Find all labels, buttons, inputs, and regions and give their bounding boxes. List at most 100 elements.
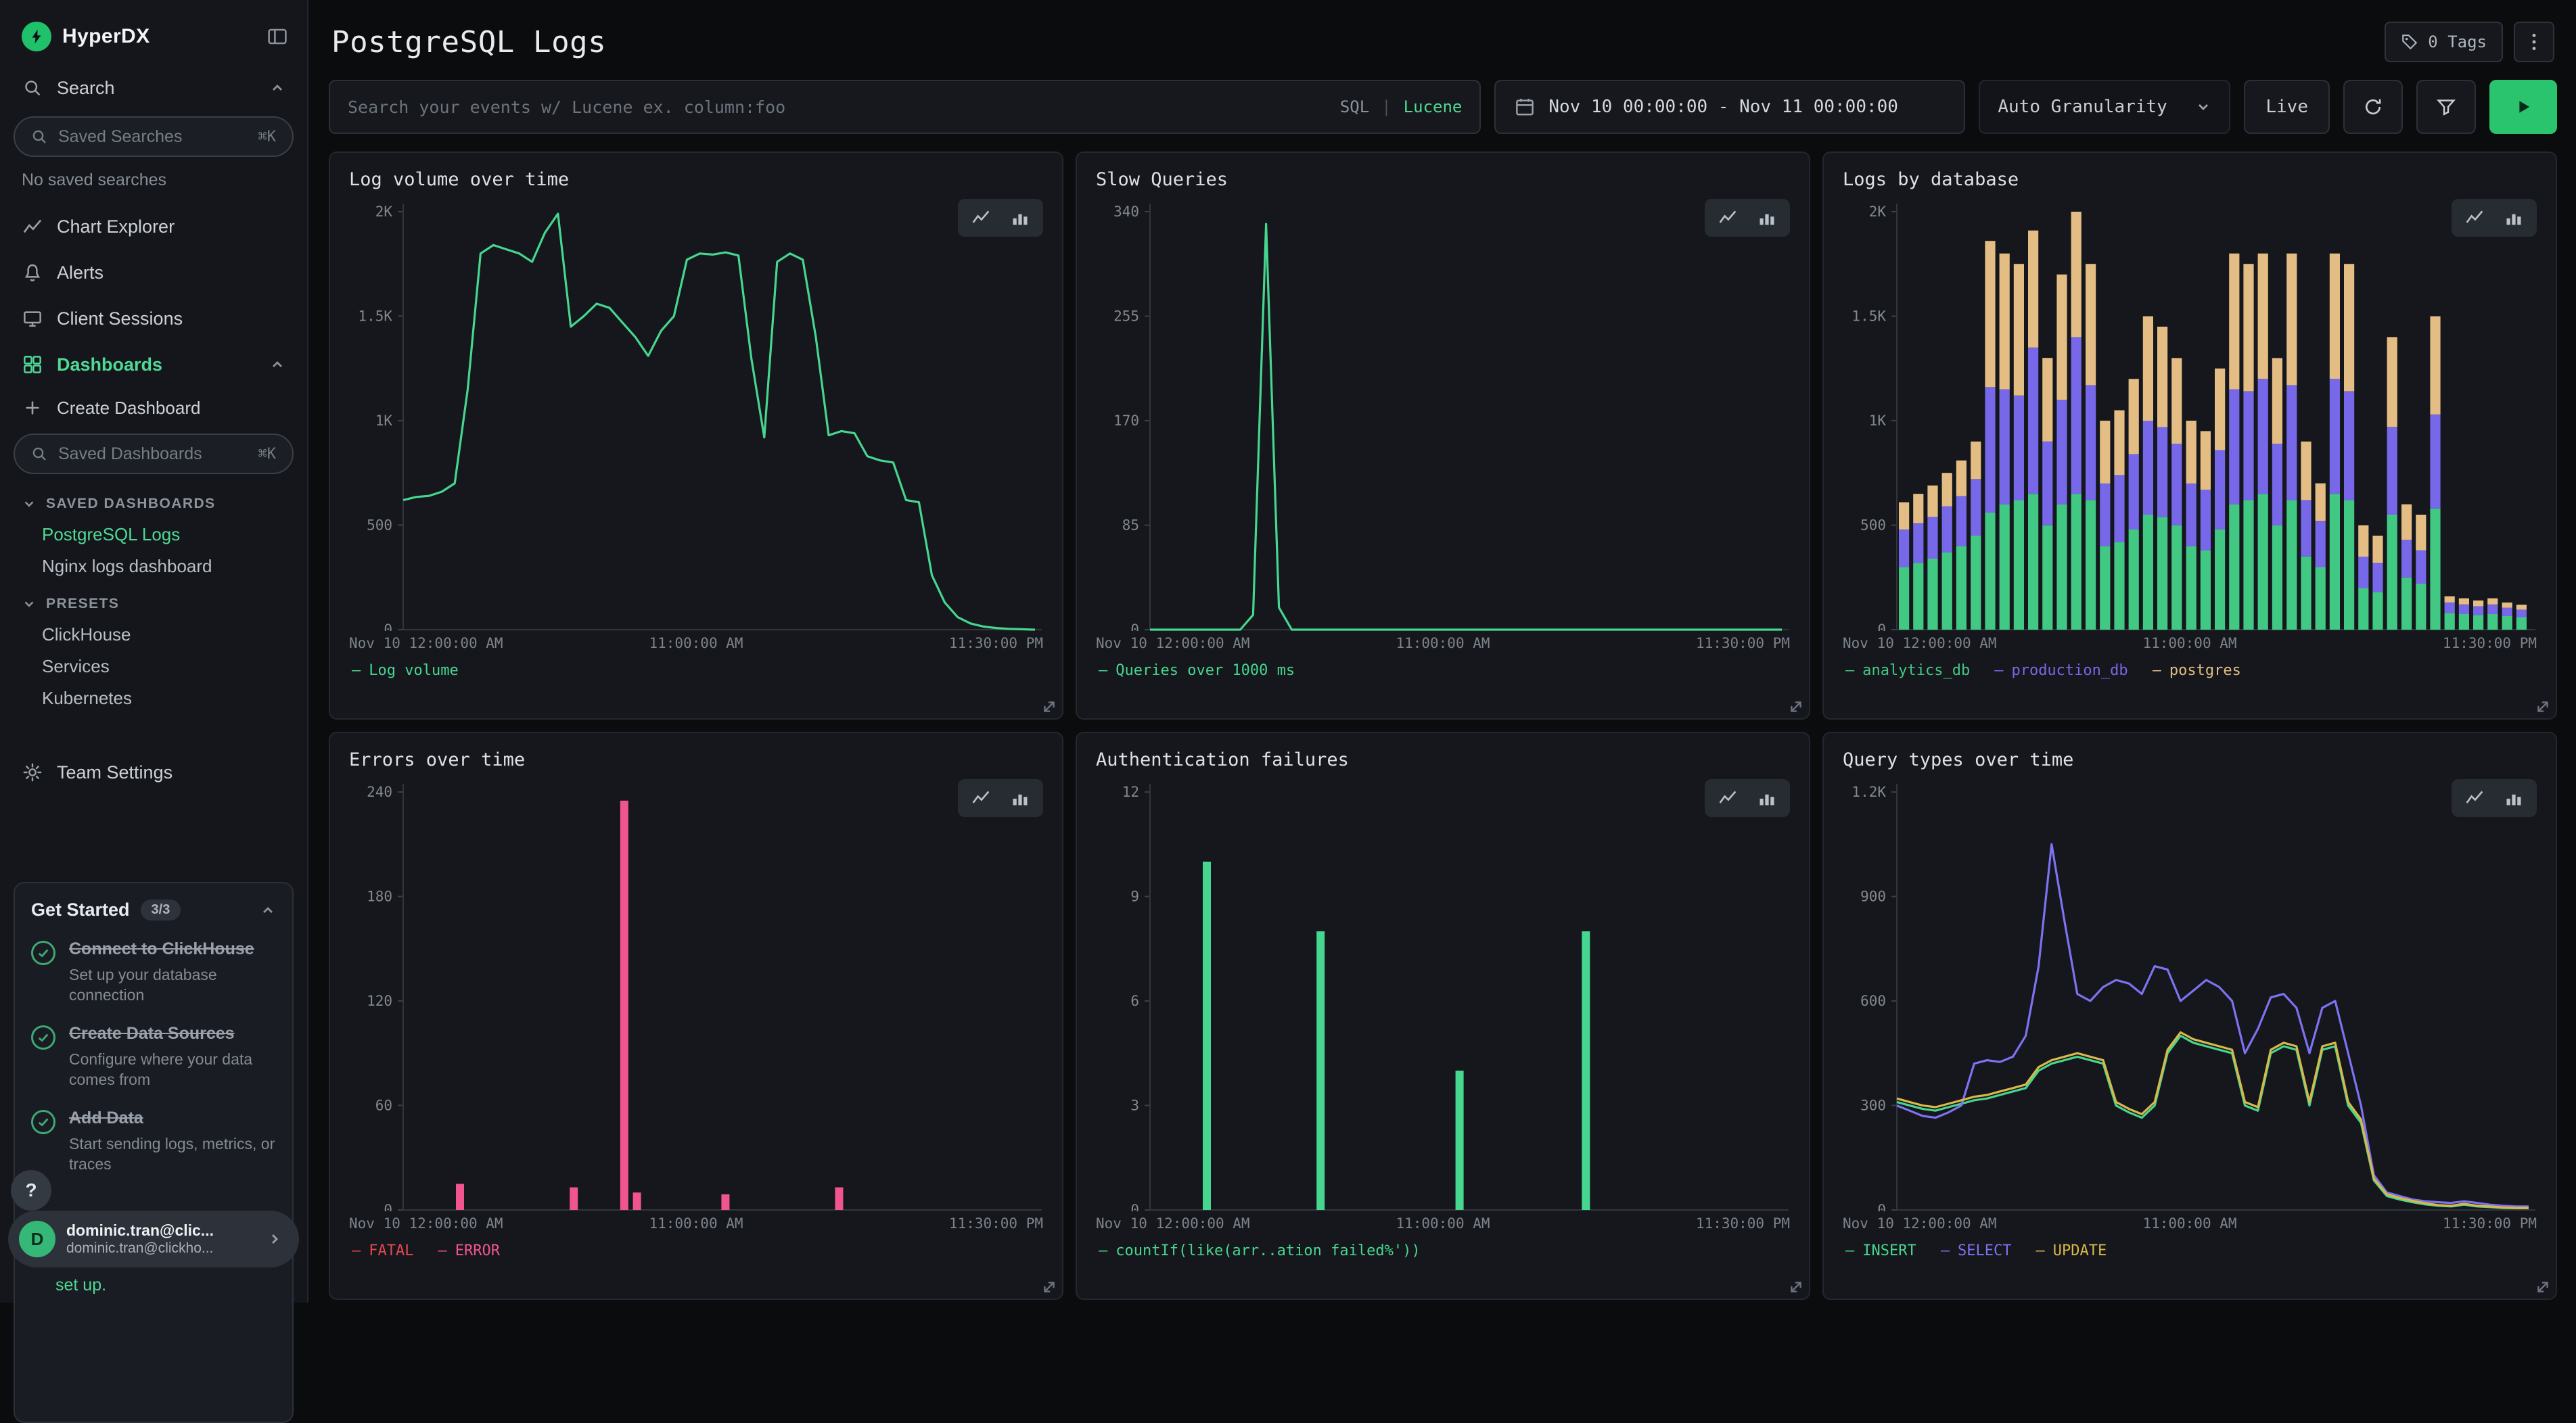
legend-item[interactable]: —Queries over 1000 ms [1099, 662, 1295, 679]
x-tick-label: Nov 10 12:00:00 AM [349, 635, 580, 651]
legend-item[interactable]: —countIf(like(arr..ation failed%')) [1099, 1242, 1421, 1259]
resize-handle-icon[interactable] [1042, 1280, 1057, 1294]
brand[interactable]: HyperDX [22, 22, 150, 51]
get-started-setup-link[interactable]: set up. [55, 1276, 106, 1295]
bar-chart-icon[interactable] [1004, 204, 1036, 231]
bar-chart-icon[interactable] [2498, 785, 2530, 812]
sidebar-item-services[interactable]: Services [0, 651, 307, 682]
chart-type-toggle [2452, 779, 2537, 817]
help-button[interactable]: ? [11, 1170, 51, 1211]
sql-mode-toggle[interactable]: SQL [1340, 97, 1369, 116]
legend-item[interactable]: —production_db [1994, 662, 2128, 679]
legend-label: postgres [2169, 662, 2241, 679]
chevron-up-icon[interactable] [260, 902, 276, 918]
get-started-item-subtitle: Set up your database connection [69, 964, 276, 1006]
svg-text:12: 12 [1122, 784, 1139, 800]
sidebar-item-search[interactable]: Search [0, 65, 307, 111]
chart-card-logs-by-database: Logs by database 2K1.5K1K5000 Nov 10 12:… [1822, 151, 2557, 720]
legend-item[interactable]: —Log volume [352, 662, 459, 679]
resize-handle-icon[interactable] [2535, 1280, 2550, 1294]
collapse-sidebar-button[interactable] [267, 26, 288, 47]
legend-item[interactable]: —postgres [2153, 662, 2241, 679]
legend-item[interactable]: —SELECT [1941, 1242, 2012, 1259]
legend-swatch: — [438, 1242, 446, 1259]
sidebar-item-kubernetes[interactable]: Kubernetes [0, 682, 307, 714]
sidebar-header: HyperDX [0, 0, 307, 65]
refresh-button[interactable] [2343, 80, 2403, 134]
create-dashboard-button[interactable]: Create Dashboard [0, 388, 307, 428]
chart-plot: 2K1.5K1K5000 [349, 198, 1043, 631]
bar-chart-icon[interactable] [1004, 785, 1036, 812]
svg-text:180: 180 [367, 889, 392, 905]
granularity-select[interactable]: Auto Granularity [1979, 80, 2230, 134]
saved-searches-input[interactable]: Saved Searches ⌘K [14, 116, 294, 157]
legend-item[interactable]: —INSERT [1845, 1242, 1916, 1259]
svg-text:1.5K: 1.5K [1852, 308, 1886, 325]
sidebar-item-dashboards[interactable]: Dashboards [0, 342, 307, 388]
saved-dashboards-input[interactable]: Saved Dashboards ⌘K [14, 434, 294, 474]
no-saved-searches-text: No saved searches [0, 165, 307, 204]
line-chart-icon[interactable] [965, 204, 997, 231]
chevron-up-icon [269, 80, 285, 96]
svg-text:0: 0 [384, 622, 392, 631]
legend-item[interactable]: —FATAL [352, 1242, 413, 1259]
resize-handle-icon[interactable] [2535, 699, 2550, 714]
legend-label: SELECT [1958, 1242, 2011, 1259]
run-query-button[interactable] [2489, 80, 2557, 134]
line-chart-icon[interactable] [1711, 785, 1744, 812]
sidebar-item-clickhouse[interactable]: ClickHouse [0, 619, 307, 651]
line-chart-icon[interactable] [2458, 785, 2491, 812]
legend-item[interactable]: — ERROR [438, 1242, 499, 1259]
legend-label: Log volume [369, 662, 458, 679]
chart-type-toggle [1705, 199, 1790, 237]
saved-dashboards-placeholder: Saved Dashboards [58, 444, 202, 464]
resize-handle-icon[interactable] [1042, 699, 1057, 714]
sidebar-item-nginx-dashboard[interactable]: Nginx logs dashboard [0, 551, 307, 582]
legend-item[interactable]: —UPDATE [2036, 1242, 2107, 1259]
resize-handle-icon[interactable] [1789, 1280, 1803, 1294]
get-started-item-connect[interactable]: Connect to ClickHouse Set up your databa… [31, 938, 276, 1005]
bar-chart-icon[interactable] [1751, 785, 1783, 812]
x-tick-label: Nov 10 12:00:00 AM [349, 1215, 580, 1232]
x-tick-label: 11:00:00 AM [1327, 635, 1559, 651]
line-chart-icon[interactable] [965, 785, 997, 812]
sidebar-item-chart-explorer[interactable]: Chart Explorer [0, 204, 307, 250]
sidebar-item-postgresql-logs[interactable]: PostgreSQL Logs [0, 519, 307, 551]
more-menu-button[interactable] [2514, 22, 2554, 62]
sidebar-item-alerts[interactable]: Alerts [0, 250, 307, 296]
saved-dashboards-section-header[interactable]: SAVED DASHBOARDS [0, 482, 307, 519]
bar-chart-icon[interactable] [2498, 204, 2530, 231]
svg-text:0: 0 [1130, 1202, 1139, 1211]
presets-section-header[interactable]: PRESETS [0, 582, 307, 619]
x-tick-label: 11:30:00 PM [1559, 1215, 1790, 1232]
shortcut-hint: ⌘K [258, 129, 277, 145]
time-range-picker[interactable]: Nov 10 00:00:00 - Nov 11 00:00:00 [1494, 80, 1965, 134]
event-search-input[interactable]: Search your events w/ Lucene ex. column:… [329, 80, 1481, 134]
tags-button[interactable]: 0 Tags [2385, 22, 2503, 62]
line-chart-icon[interactable] [1711, 204, 1744, 231]
filter-icon [2436, 97, 2456, 117]
bar-chart-icon[interactable] [1751, 204, 1783, 231]
lucene-mode-toggle[interactable]: Lucene [1404, 97, 1463, 116]
get-started-header[interactable]: Get Started 3/3 [31, 900, 276, 920]
user-email: dominic.tran@clickho... [66, 1240, 214, 1257]
search-icon [31, 129, 47, 145]
get-started-item-sources[interactable]: Create Data Sources Configure where your… [31, 1023, 276, 1090]
sidebar: HyperDX Search Saved Searches ⌘K No save… [0, 0, 308, 1303]
svg-text:1K: 1K [375, 413, 393, 429]
svg-text:300: 300 [1860, 1098, 1886, 1114]
live-button[interactable]: Live [2244, 80, 2330, 134]
resize-handle-icon[interactable] [1789, 699, 1803, 714]
svg-text:0: 0 [1877, 622, 1886, 631]
x-tick-label: Nov 10 12:00:00 AM [1096, 635, 1327, 651]
sidebar-item-team-settings[interactable]: Team Settings [0, 749, 307, 795]
user-menu[interactable]: D dominic.tran@clic... dominic.tran@clic… [8, 1211, 299, 1267]
legend-item[interactable]: —analytics_db [1845, 662, 1970, 679]
x-tick-label: 11:30:00 PM [812, 1215, 1043, 1232]
line-chart-icon[interactable] [2458, 204, 2491, 231]
filter-button[interactable] [2416, 80, 2476, 134]
sidebar-item-client-sessions[interactable]: Client Sessions [0, 296, 307, 342]
sidebar-item-label: Alerts [57, 262, 104, 283]
legend-label: ERROR [455, 1242, 500, 1259]
get-started-item-add-data[interactable]: Add Data Start sending logs, metrics, or… [31, 1107, 276, 1174]
